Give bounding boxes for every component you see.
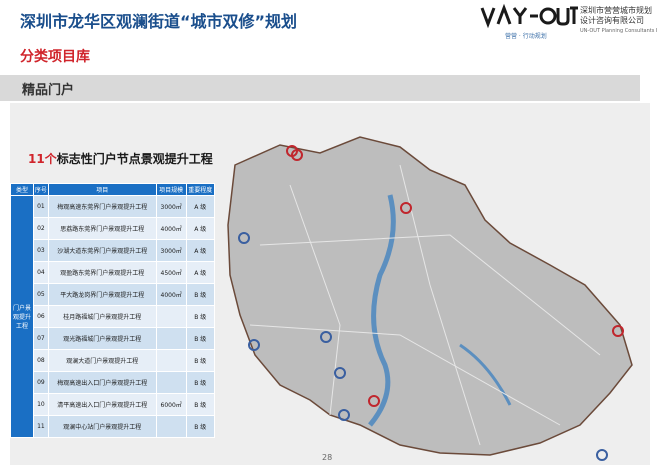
category-cell: 门户景观提升工程 [10, 195, 34, 438]
headline-count: 11个 [28, 152, 57, 166]
project-cell: 观光路福城门户景观提升工程 [47, 327, 157, 350]
index-cell: 07 [33, 327, 49, 350]
table-row: 03 沙湖大道东莞界门户景观提升工程 3000㎡ A 级 [11, 239, 216, 262]
index-cell: 10 [33, 393, 49, 416]
table-row: 门户景观提升工程 01 梅观高速东莞界门户景观提升工程 3000㎡ A 级 [10, 195, 216, 438]
table-row: 02 思荔路东莞界门户景观提升工程 4000㎡ A 级 [11, 217, 216, 240]
scale-cell [155, 415, 187, 438]
company-name-en: UN-OUT Planning Consultants Ltd [580, 28, 657, 34]
headline: 11个标志性门户节点景观提升工程 [28, 150, 213, 167]
table-row: 10 清平高速出入口门户景观提升工程 6000㎡ B 级 [11, 393, 216, 416]
scale-cell: 4000㎡ [155, 283, 187, 306]
project-cell: 观澜中心站门户景观提升工程 [47, 415, 157, 438]
index-cell: 02 [33, 217, 49, 240]
map-outline [227, 136, 633, 456]
district-map [227, 136, 633, 461]
company-name-cn: 深圳市营营城市规划设计咨询有限公司 [580, 6, 652, 25]
table-row: 11 观澜中心站门户景观提升工程 B 级 [11, 415, 216, 438]
project-cell: 梅观高速东莞界门户景观提升工程 [47, 195, 157, 218]
index-cell: 01 [33, 195, 49, 218]
table-row: 04 观盈路东莞界门户景观提升工程 4500㎡ A 级 [11, 261, 216, 284]
scale-cell: 4500㎡ [155, 261, 187, 284]
project-cell: 梅观高速出入口门户景观提升工程 [47, 371, 157, 394]
scale-cell [155, 349, 187, 372]
project-cell: 沙湖大道东莞界门户景观提升工程 [47, 239, 157, 262]
headline-text: 标志性门户节点景观提升工程 [56, 152, 213, 166]
col-project: 项目 [47, 183, 157, 196]
scale-cell: 3000㎡ [155, 239, 187, 262]
table-row: 05 平大路龙岗界门户景观提升工程 4000㎡ B 级 [11, 283, 216, 306]
table-row: 09 梅观高速出入口门户景观提升工程 B 级 [11, 371, 216, 394]
subsection-title: 精品门户 [22, 83, 75, 98]
scale-cell: 4000㎡ [155, 217, 187, 240]
index-cell: 09 [33, 371, 49, 394]
index-cell: 11 [33, 415, 49, 438]
scale-cell [155, 327, 187, 350]
page-title: 深圳市龙华区观澜街道“城市双修”规划 [20, 12, 298, 31]
project-cell: 观盈路东莞界门户景观提升工程 [47, 261, 157, 284]
logo-subtitle: 营营 · 行动规划 [505, 33, 547, 40]
section-title: 分类项目库 [20, 49, 90, 65]
index-cell: 06 [33, 305, 49, 328]
table-row: 08 观澜大道门户景观提升工程 B 级 [11, 349, 216, 372]
subsection-bar: 精品门户 [0, 75, 640, 101]
project-table: 类型 序号 项目 项目规模 重要程度 门户景观提升工程 01 梅观高速东莞界门户景观… [10, 183, 216, 438]
col-index: 序号 [33, 183, 49, 196]
table-row: 06 桂月路福城门户景观提升工程 B 级 [11, 305, 216, 328]
scale-cell: 6000㎡ [155, 393, 187, 416]
index-cell: 03 [33, 239, 49, 262]
col-type: 类型 [10, 183, 34, 196]
gateway-node [596, 449, 608, 461]
table-row: 07 观光路福城门户景观提升工程 B 级 [11, 327, 216, 350]
project-cell: 清平高速出入口门户景观提升工程 [47, 393, 157, 416]
col-scale: 项目规模 [155, 183, 187, 196]
page-number: 28 [322, 453, 333, 462]
project-cell: 思荔路东莞界门户景观提升工程 [47, 217, 157, 240]
header: 深圳市龙华区观澜街道“城市双修”规划 营营 · 行动规划 深圳市营营城市规划设计… [0, 0, 657, 42]
table-header-row: 类型 序号 项目 项目规模 重要程度 [10, 183, 216, 196]
scale-cell [155, 305, 187, 328]
index-cell: 04 [33, 261, 49, 284]
index-cell: 08 [33, 349, 49, 372]
scale-cell [155, 371, 187, 394]
scale-cell: 3000㎡ [155, 195, 187, 218]
project-cell: 平大路龙岗界门户景观提升工程 [47, 283, 157, 306]
project-cell: 桂月路福城门户景观提升工程 [47, 305, 157, 328]
company-info: 深圳市营营城市规划设计咨询有限公司 UN-OUT Planning Consul… [580, 6, 657, 34]
index-cell: 05 [33, 283, 49, 306]
project-cell: 观澜大道门户景观提升工程 [47, 349, 157, 372]
